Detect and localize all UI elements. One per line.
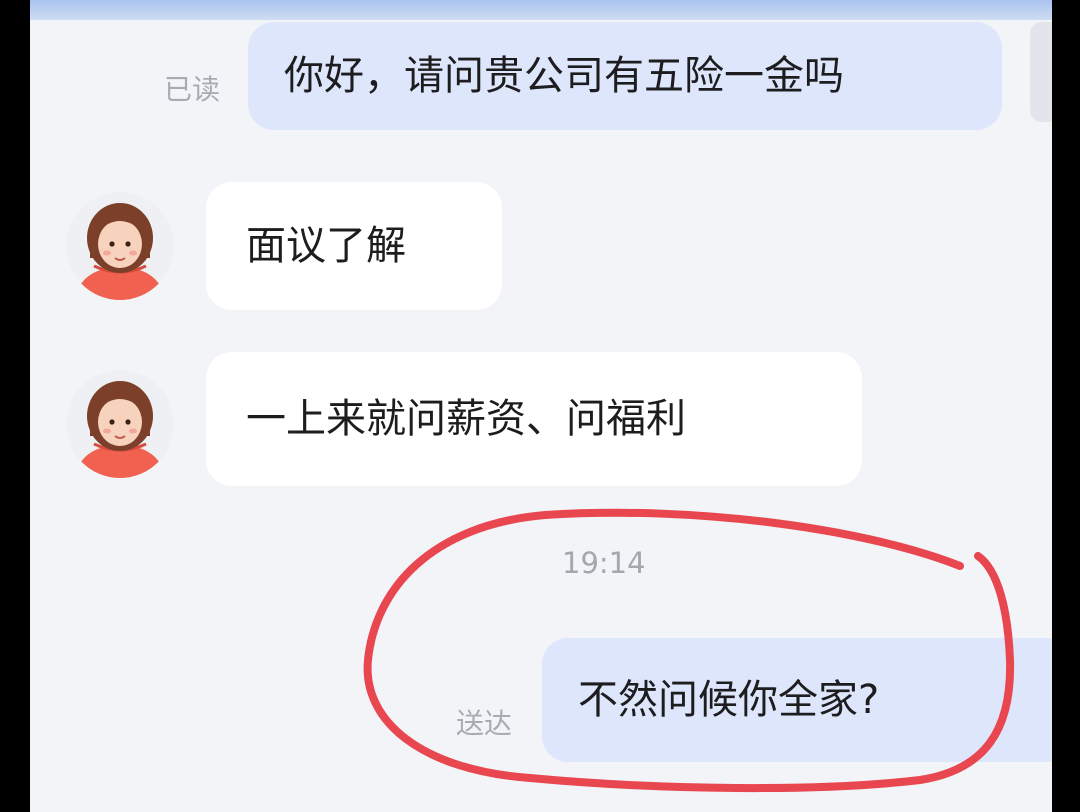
- message-text: 不然问候你全家?: [578, 677, 880, 723]
- avatar-icon[interactable]: [66, 192, 174, 300]
- message-text: 面议了解: [246, 223, 406, 269]
- message-bubble-outgoing[interactable]: 你好，请问贵公司有五险一金吗: [248, 22, 1002, 130]
- self-avatar-edge: [1030, 22, 1052, 122]
- delivered-status: 送达: [456, 707, 513, 740]
- top-bar: [30, 0, 1052, 20]
- message-text: 你好，请问贵公司有五险一金吗: [284, 53, 844, 99]
- avatar-icon[interactable]: [66, 370, 174, 478]
- read-status: 已读: [164, 73, 221, 106]
- message-text: 一上来就问薪资、问福利: [246, 396, 686, 442]
- message-bubble-outgoing[interactable]: 不然问候你全家?: [542, 638, 1052, 762]
- message-bubble-incoming[interactable]: 一上来就问薪资、问福利: [206, 352, 862, 486]
- chat-screen: 已读 你好，请问贵公司有五险一金吗 面议了解 一上来就问薪资、问福利 19:14…: [30, 0, 1052, 812]
- message-timestamp: 19:14: [562, 546, 646, 580]
- message-bubble-incoming[interactable]: 面议了解: [206, 182, 502, 310]
